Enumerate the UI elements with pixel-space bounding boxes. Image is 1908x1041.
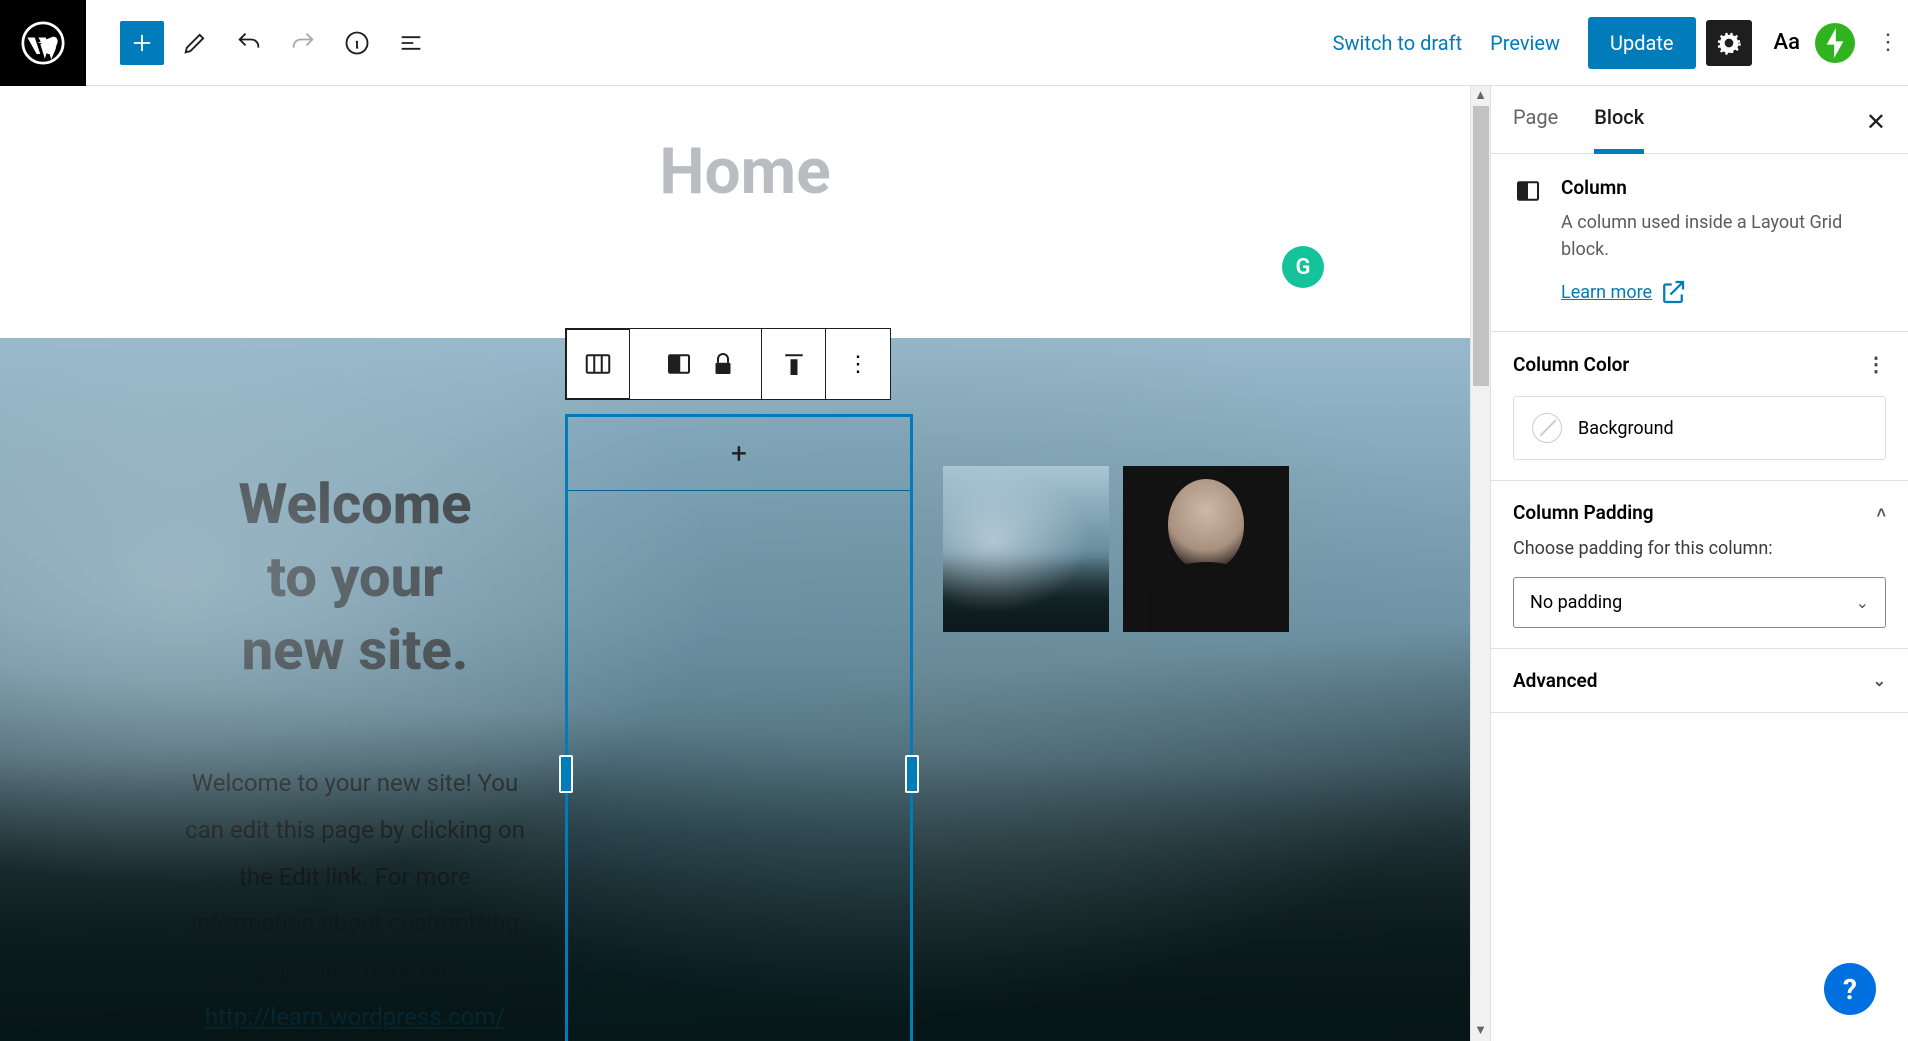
update-button[interactable]: Update <box>1588 17 1696 69</box>
padding-value: No padding <box>1530 592 1622 613</box>
page-title[interactable]: Home <box>0 134 1490 209</box>
chevron-down-icon: ⌄ <box>1873 671 1886 690</box>
block-description: A column used inside a Layout Grid block… <box>1561 209 1886 263</box>
scroll-thumb[interactable] <box>1473 106 1489 386</box>
learn-more-link[interactable]: Learn more <box>1561 277 1688 307</box>
preview-link[interactable]: Preview <box>1490 31 1560 55</box>
settings-sidebar: Page Block ✕ Column A column used inside… <box>1490 86 1908 1041</box>
background-color-button[interactable]: Background <box>1513 396 1886 460</box>
editor-top-toolbar: Switch to draft Preview Update Aa ⋮ <box>0 0 1908 86</box>
wordpress-icon <box>21 21 65 65</box>
scroll-up-icon[interactable]: ▲ <box>1471 86 1490 106</box>
external-link-icon <box>1658 277 1688 307</box>
chevron-up-icon[interactable]: ˄ <box>1877 503 1886 523</box>
lock-icon <box>708 349 738 379</box>
info-button[interactable] <box>334 20 380 66</box>
sidebar-tabs: Page Block ✕ <box>1491 86 1908 154</box>
scroll-down-icon[interactable]: ▼ <box>1471 1021 1490 1041</box>
jetpack-button[interactable] <box>1812 20 1858 66</box>
pencil-icon <box>181 29 209 57</box>
kebab-icon: ⋮ <box>847 352 869 377</box>
color-panel-options[interactable]: ⋮ <box>1866 352 1886 376</box>
plus-icon <box>128 29 156 57</box>
grammarly-badge[interactable]: G <box>1282 246 1324 288</box>
block-more-button[interactable]: ⋮ <box>826 329 890 399</box>
add-block-button[interactable] <box>120 21 164 65</box>
list-view-icon <box>397 29 425 57</box>
undo-button[interactable] <box>226 20 272 66</box>
settings-button[interactable] <box>1706 20 1752 66</box>
more-options-button[interactable]: ⋮ <box>1868 30 1908 55</box>
gallery-image-portrait[interactable] <box>1123 466 1289 632</box>
hero-learn-link[interactable]: http://learn.wordpress.com/ <box>205 1003 505 1031</box>
resize-handle-left[interactable] <box>559 755 573 793</box>
resize-handle-right[interactable] <box>905 755 919 793</box>
background-label: Background <box>1578 418 1674 439</box>
no-color-swatch-icon <box>1532 413 1562 443</box>
column-padding-panel: Column Padding ˄ Choose padding for this… <box>1491 481 1908 649</box>
block-card: Column A column used inside a Layout Gri… <box>1491 154 1908 332</box>
outline-button[interactable] <box>388 20 434 66</box>
block-toolbar: ⋮ <box>565 328 891 400</box>
wordpress-logo[interactable] <box>0 0 86 86</box>
selected-column-block[interactable]: + <box>565 414 913 1041</box>
typography-button[interactable]: Aa <box>1774 30 1800 55</box>
switch-to-draft-link[interactable]: Switch to draft <box>1333 31 1463 55</box>
column-appender[interactable]: + <box>568 417 910 491</box>
jetpack-icon <box>1815 23 1855 63</box>
redo-button[interactable] <box>280 20 326 66</box>
columns-icon <box>583 349 613 379</box>
column-color-title: Column Color <box>1513 353 1629 376</box>
canvas-scrollbar[interactable]: ▲ ▼ <box>1470 86 1490 1041</box>
editor-canvas: Home G Welcome to your new site. Welcome… <box>0 86 1490 1041</box>
edit-tool-button[interactable] <box>172 20 218 66</box>
column-icon <box>664 349 694 379</box>
padding-select[interactable]: No padding ⌄ <box>1513 577 1886 628</box>
align-button[interactable] <box>762 329 826 399</box>
advanced-panel[interactable]: Advanced ⌄ <box>1491 649 1908 713</box>
hero-paragraph[interactable]: Welcome to your new site! You can edit t… <box>180 760 530 1041</box>
align-top-icon <box>779 349 809 379</box>
column-block-button[interactable] <box>640 329 762 399</box>
parent-layout-grid-button[interactable] <box>566 329 630 399</box>
gallery-image-mountain[interactable] <box>943 466 1109 632</box>
info-icon <box>343 29 371 57</box>
help-fab[interactable]: ? <box>1824 963 1876 1015</box>
padding-hint: Choose padding for this column: <box>1513 538 1886 559</box>
close-sidebar-button[interactable]: ✕ <box>1866 108 1886 136</box>
column-padding-title: Column Padding <box>1513 501 1654 524</box>
column-icon <box>1513 176 1543 206</box>
tab-page[interactable]: Page <box>1513 86 1558 154</box>
redo-icon <box>289 29 317 57</box>
gear-icon <box>1716 30 1742 56</box>
advanced-title: Advanced <box>1513 669 1597 692</box>
undo-icon <box>235 29 263 57</box>
chevron-down-icon: ⌄ <box>1856 593 1869 612</box>
hero-heading[interactable]: Welcome to your new site. <box>210 468 500 686</box>
column-color-panel: Column Color ⋮ Background <box>1491 332 1908 481</box>
block-name: Column <box>1561 176 1886 199</box>
tab-block[interactable]: Block <box>1594 86 1644 154</box>
